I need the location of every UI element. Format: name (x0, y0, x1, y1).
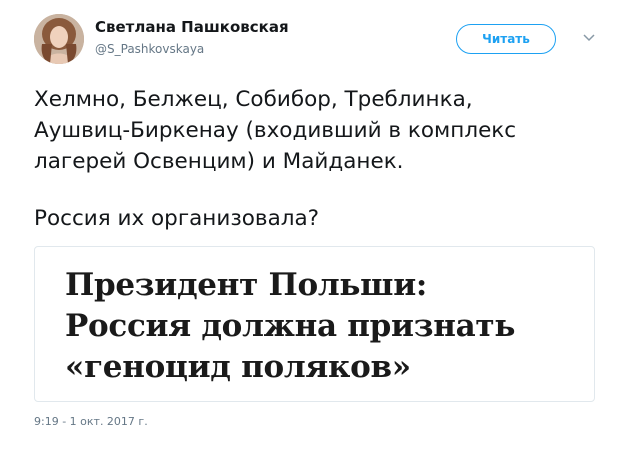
chevron-down-icon (583, 34, 595, 42)
follow-button[interactable]: Читать (456, 24, 556, 54)
tweet-header: Светлана Пашковская @S_Pashkovskaya Чита… (34, 14, 604, 66)
headline-line: «геноцид поляков» (65, 349, 411, 385)
tweet-timestamp[interactable]: 9:19 - 1 окт. 2017 г. (34, 415, 148, 428)
media-card[interactable]: Президент Польши: Россия должна признать… (34, 246, 595, 402)
author-handle[interactable]: @S_Pashkovskaya (95, 42, 204, 56)
avatar-photo-icon (34, 14, 84, 64)
headline-line: Россия должна признать (65, 308, 516, 344)
author-name[interactable]: Светлана Пашковская (95, 18, 289, 36)
tweet-text-line: Россия их организовала? (34, 206, 320, 231)
media-headline: Президент Польши: Россия должна признать… (65, 265, 575, 388)
avatar[interactable] (34, 14, 84, 64)
tweet-text-line: Аушвиц-Биркенау (входивший в комплекс (34, 118, 517, 143)
tweet-text-line: Хелмно, Белжец, Собибор, Треблинка, (34, 87, 473, 112)
tweet-text-line: лагерей Освенцим) и Майданек. (34, 149, 404, 174)
tweet-text: Хелмно, Белжец, Собибор, Треблинка, Аушв… (34, 84, 594, 234)
headline-line: Президент Польши: (65, 267, 428, 303)
menu-caret-button[interactable] (579, 28, 599, 48)
